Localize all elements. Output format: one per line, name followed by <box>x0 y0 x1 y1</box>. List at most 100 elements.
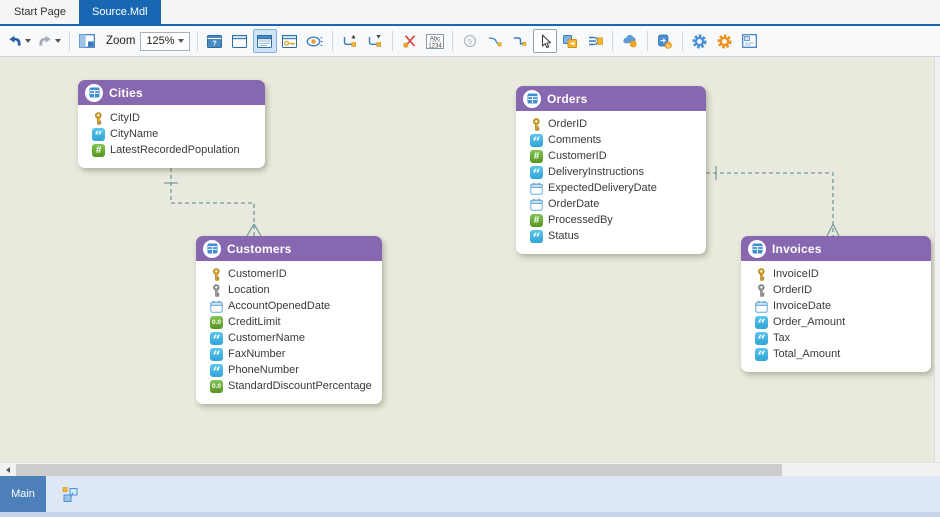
entity-field-faxnumber[interactable]: “FaxNumber <box>210 346 376 362</box>
decimal-type-icon: 0.0 <box>210 316 223 329</box>
sheet-tab-main[interactable]: Main <box>0 476 46 512</box>
vertical-scrollbar[interactable] <box>934 57 940 462</box>
curve-connector-button[interactable] <box>483 29 507 53</box>
zoom-value: 125% <box>146 35 174 47</box>
field-label: Tax <box>773 332 790 344</box>
entity-field-deliveryinstructions[interactable]: “DeliveryInstructions <box>530 164 700 180</box>
tab-start-page[interactable]: Start Page <box>1 0 79 24</box>
fit-page-button[interactable] <box>75 29 99 53</box>
text-type-icon: “ <box>530 134 543 147</box>
entity-field-location[interactable]: Location <box>210 282 376 298</box>
entity-field-latestrecordedpopulation[interactable]: #LatestRecordedPopulation <box>92 142 259 158</box>
diagram-canvas[interactable]: Cities CityID“CityName#LatestRecordedPopu… <box>0 57 940 462</box>
entity-card-cities[interactable]: Cities CityID“CityName#LatestRecordedPopu… <box>78 80 265 168</box>
merge-objects-button[interactable] <box>583 29 607 53</box>
field-label: CustomerID <box>228 268 287 280</box>
entity-field-orderid[interactable]: OrderID <box>755 282 925 298</box>
entity-field-invoiceid[interactable]: InvoiceID <box>755 266 925 282</box>
new-subdiagram-button[interactable] <box>61 486 79 503</box>
field-label: CustomerID <box>548 150 607 162</box>
entity-field-customerid[interactable]: #CustomerID <box>530 148 700 164</box>
entity-field-list: InvoiceIDOrderIDInvoiceDate “ Order_Amount… <box>741 261 931 372</box>
text-type-icon: “ <box>530 230 543 243</box>
entity-header[interactable]: Cities <box>78 80 265 105</box>
captions-button[interactable]: Abc1234 <box>423 29 447 53</box>
entity-field-cityname[interactable]: “CityName <box>92 126 259 142</box>
entity-title: Cities <box>109 86 143 100</box>
entity-field-comments[interactable]: “Comments <box>530 132 700 148</box>
entity-field-cityid[interactable]: CityID <box>92 110 259 126</box>
text-type-icon: “ <box>92 128 105 141</box>
settings-orange-button[interactable] <box>713 29 737 53</box>
text-type-icon: “ <box>210 364 223 377</box>
horizontal-scrollbar[interactable] <box>0 462 940 476</box>
zoom-label: Zoom <box>106 35 135 47</box>
entity-header[interactable]: Orders <box>516 86 706 111</box>
entity-field-orderid[interactable]: OrderID <box>530 116 700 132</box>
entity-field-tax[interactable]: “Tax <box>755 330 925 346</box>
entity-field-processedby[interactable]: #ProcessedBy <box>530 212 700 228</box>
field-label: Order_Amount <box>773 316 845 328</box>
cloud-sync-button[interactable] <box>618 29 642 53</box>
entity-field-status[interactable]: “ Status <box>530 228 700 244</box>
horizontal-scrollbar-thumb[interactable] <box>16 464 782 476</box>
field-label: Status <box>548 230 579 242</box>
entity-field-orderdate[interactable]: OrderDate <box>530 196 700 212</box>
decimal-type-icon: 0.0 <box>210 380 223 393</box>
foreign-key-icon <box>210 284 223 297</box>
relationship-cities-customers[interactable] <box>171 168 254 236</box>
display-mode-button[interactable] <box>303 29 327 53</box>
entity-field-phonenumber[interactable]: “PhoneNumber <box>210 362 376 378</box>
entity-field-customername[interactable]: “CustomerName <box>210 330 376 346</box>
toolbar-separator <box>452 31 453 51</box>
entity-card-customers[interactable]: Customers CustomerID LocationAccountOpened… <box>196 236 382 404</box>
entity-field-standarddiscountpercentage[interactable]: 0.0StandardDiscountPercentage <box>210 378 376 394</box>
date-type-icon <box>755 300 768 313</box>
relationship-orders-invoices[interactable] <box>706 173 833 236</box>
display-level-conceptual-button[interactable]: ? <box>203 29 227 53</box>
tab-source-mdl[interactable]: Source.Mdl <box>79 0 161 24</box>
auto-number-button[interactable]: 5 <box>458 29 482 53</box>
undo-dropdown-caret[interactable] <box>25 39 31 43</box>
route-connector-up-button[interactable] <box>338 29 362 53</box>
entity-field-expecteddeliverydate[interactable]: ExpectedDeliveryDate <box>530 180 700 196</box>
date-type-icon <box>530 182 543 195</box>
merge-objects-icon <box>587 34 603 48</box>
entity-header[interactable]: Customers <box>196 236 382 261</box>
elbow-connector-button[interactable] <box>508 29 532 53</box>
display-level-keys-button[interactable] <box>278 29 302 53</box>
route-connector-down-button[interactable] <box>363 29 387 53</box>
pointer-select-button[interactable] <box>533 29 557 53</box>
gear-blue-icon <box>691 33 708 50</box>
preview-window-button[interactable] <box>738 29 762 53</box>
field-label: ExpectedDeliveryDate <box>548 182 657 194</box>
elbow-connector-icon <box>512 35 527 48</box>
redo-dropdown-caret[interactable] <box>55 39 61 43</box>
scroll-left-button[interactable] <box>0 463 16 476</box>
display-level-entity-button[interactable] <box>228 29 252 53</box>
redo-button[interactable] <box>35 29 64 53</box>
entity-card-invoices[interactable]: Invoices InvoiceIDOrderIDInvoiceDate “ Orde… <box>741 236 931 372</box>
export-database-button[interactable]: 0 <box>653 29 677 53</box>
text-type-icon: “ <box>210 332 223 345</box>
entity-field-creditlimit[interactable]: 0.0CreditLimit <box>210 314 376 330</box>
primary-key-icon <box>210 268 223 281</box>
entity-header[interactable]: Invoices <box>741 236 931 261</box>
copy-object-button[interactable] <box>558 29 582 53</box>
zoom-level-select[interactable]: 125% <box>140 32 189 51</box>
settings-blue-button[interactable] <box>688 29 712 53</box>
text-type-icon: “ <box>755 316 768 329</box>
display-level-attributes-button[interactable] <box>253 29 277 53</box>
entity-field-order_amount[interactable]: “ Order_Amount <box>755 314 925 330</box>
remove-connector-button[interactable] <box>398 29 422 53</box>
entity-table-icon <box>203 240 221 258</box>
field-label: ProcessedBy <box>548 214 613 226</box>
remove-connector-icon <box>402 34 417 48</box>
entity-card-orders[interactable]: Orders OrderID“Comments#CustomerID“Delive… <box>516 86 706 254</box>
entity-field-total_amount[interactable]: “Total_Amount <box>755 346 925 362</box>
entity-field-invoicedate[interactable]: InvoiceDate <box>755 298 925 314</box>
undo-button[interactable] <box>5 29 34 53</box>
auto-number-icon: 5 <box>463 34 477 48</box>
entity-field-customerid[interactable]: CustomerID <box>210 266 376 282</box>
entity-field-accountopeneddate[interactable]: AccountOpenedDate <box>210 298 376 314</box>
